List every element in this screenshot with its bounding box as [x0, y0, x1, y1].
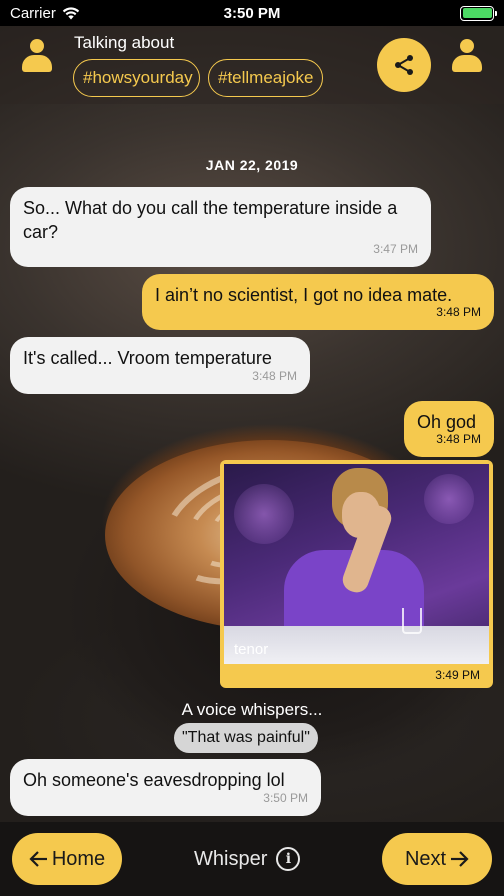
message-time: 3:48 PM [436, 305, 481, 319]
message-time: 3:50 PM [263, 791, 308, 805]
message-bubble-outgoing[interactable]: I ain’t no scientist, I got no idea mate… [142, 274, 494, 330]
message-time: 3:48 PM [252, 369, 297, 383]
status-time: 3:50 PM [223, 4, 281, 22]
message-bubble-incoming[interactable]: It's called... Vroom temperature 3:48 PM [10, 337, 310, 394]
info-icon[interactable]: i [276, 847, 301, 871]
battery-icon [460, 5, 497, 21]
gif-message[interactable]: tenor 3:49 PM [220, 460, 493, 688]
whisper-text: "That was painful" [174, 723, 318, 753]
stage-light [424, 474, 474, 524]
arrow-left-icon [29, 851, 47, 867]
hashtag-chip[interactable]: #tellmeajoke [208, 59, 323, 97]
avatar-head [460, 39, 474, 53]
message-bubble-incoming[interactable]: Oh someone's eavesdropping lol 3:50 PM [10, 759, 321, 816]
gif-glass [402, 608, 422, 634]
status-bar: Carrier 3:50 PM [0, 0, 504, 26]
avatar-body [22, 55, 52, 72]
bottom-bar: Home Whisper i Next [0, 822, 504, 896]
next-button[interactable]: Next [382, 833, 492, 885]
whisper-caption: A voice whispers... [181, 700, 323, 719]
message-text: I ain’t no scientist, I got no idea mate… [155, 285, 453, 305]
message-time: 3:49 PM [435, 668, 480, 682]
date-separator: JAN 22, 2019 [205, 157, 299, 173]
next-label: Next [404, 847, 447, 870]
message-text: So... What do you call the temperature i… [23, 198, 398, 242]
chat-header: Talking about #howsyourday #tellmeajoke [0, 26, 504, 104]
whisper-label: Whisper [194, 847, 268, 870]
user-icon[interactable] [22, 39, 52, 73]
gif-image[interactable]: tenor [224, 464, 489, 664]
message-bubble-outgoing[interactable]: Oh god 3:48 PM [404, 401, 494, 457]
share-button[interactable] [377, 38, 431, 92]
user-icon[interactable] [452, 39, 482, 73]
home-button[interactable]: Home [12, 833, 122, 885]
avatar-body [452, 55, 482, 72]
arrow-right-icon [451, 851, 469, 867]
whisper-button[interactable]: Whisper i [194, 847, 301, 871]
share-icon [395, 55, 413, 75]
message-bubble-incoming[interactable]: So... What do you call the temperature i… [10, 187, 431, 267]
stage-light [234, 484, 294, 544]
message-time: 3:47 PM [373, 242, 418, 256]
hashtag-chip[interactable]: #howsyourday [73, 59, 200, 97]
avatar-head [30, 39, 44, 53]
home-label: Home [51, 847, 106, 870]
battery-fill [462, 8, 492, 18]
message-time: 3:48 PM [436, 432, 481, 446]
tenor-watermark: tenor [234, 641, 269, 658]
talking-about-label: Talking about [74, 33, 175, 52]
